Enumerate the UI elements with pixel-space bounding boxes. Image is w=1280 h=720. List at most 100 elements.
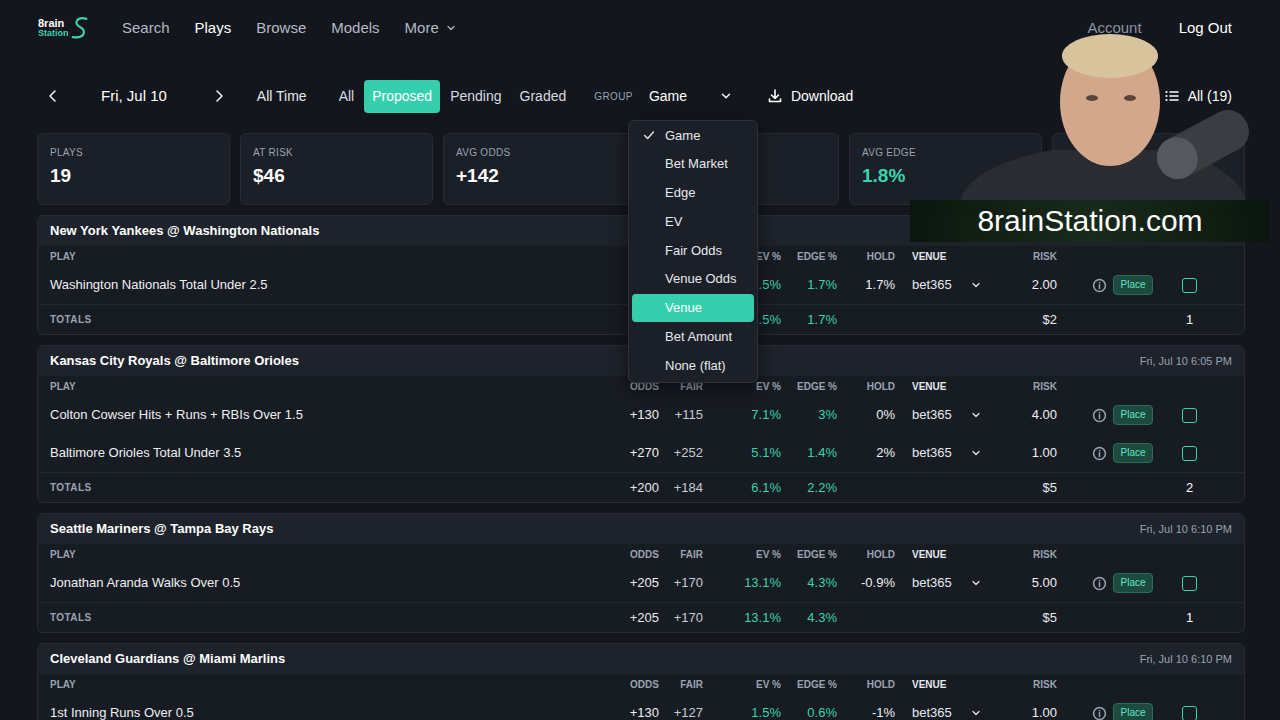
columns-button[interactable]: All (19): [1164, 86, 1232, 107]
logo[interactable]: 8rainStation: [38, 14, 90, 42]
venue-select[interactable]: bet365: [895, 703, 999, 720]
game-title: Kansas City Royals @ Baltimore Orioles: [50, 351, 299, 371]
filter-button[interactable]: Proposed: [364, 80, 440, 113]
nav-link-label: Search: [122, 17, 170, 40]
play-odds: +130: [599, 703, 659, 720]
group-option-label: Game: [665, 126, 700, 146]
group-option[interactable]: None (flat): [632, 351, 754, 380]
nav-link[interactable]: Plays: [195, 17, 232, 40]
totals-edge: 2.2%: [781, 478, 837, 498]
column-header: PLAYODDSFAIREV %EDGE %HOLDVENUERISK: [38, 674, 1244, 694]
select-checkbox[interactable]: [1182, 446, 1197, 461]
play-name: Baltimore Orioles Total Under 3.5: [50, 443, 599, 463]
list-icon: [1164, 88, 1180, 104]
column-title: VENUE: [895, 547, 999, 562]
group-option-label: Venue Odds: [665, 269, 737, 289]
game-title: Seattle Mariners @ Tampa Bay Rays: [50, 519, 273, 539]
nav-links: Search Plays Browse Models More: [122, 17, 457, 40]
game-group: Seattle Mariners @ Tampa Bay RaysFri, Ju…: [37, 513, 1245, 633]
place-button[interactable]: Place: [1113, 275, 1152, 295]
info-icon: [1092, 576, 1107, 591]
select-checkbox[interactable]: [1182, 576, 1197, 591]
select-checkbox[interactable]: [1182, 706, 1197, 720]
group-option[interactable]: Venue Odds: [632, 265, 754, 294]
group-label: GROUP: [594, 89, 633, 104]
info-button[interactable]: [1057, 576, 1107, 591]
totals-edge: 1.7%: [781, 310, 837, 330]
download-button[interactable]: Download: [767, 86, 853, 107]
place-button[interactable]: Place: [1113, 443, 1152, 463]
risk-amount: 4.00: [999, 405, 1057, 425]
group-option[interactable]: Fair Odds: [632, 236, 754, 265]
place-button[interactable]: Place: [1113, 573, 1152, 593]
info-button[interactable]: [1057, 706, 1107, 720]
game-title: Cleveland Guardians @ Miami Marlins: [50, 649, 285, 669]
column-title: HOLD: [837, 379, 895, 394]
group-option[interactable]: Bet Market: [632, 150, 754, 179]
nav-link[interactable]: Models: [331, 17, 379, 40]
play-hold: 0%: [837, 405, 895, 425]
stat-value: +142: [456, 165, 623, 188]
venue-select[interactable]: bet365: [895, 573, 999, 593]
group-option[interactable]: Venue: [632, 294, 754, 323]
chevron-down-icon: [445, 22, 457, 34]
column-title: EV %: [703, 677, 781, 692]
prev-day-button[interactable]: [45, 88, 61, 104]
filter-button[interactable]: Pending: [442, 80, 509, 113]
play-hold: 1.7%: [837, 275, 895, 295]
column-title: PLAY: [50, 379, 599, 394]
risk-amount: 1.00: [999, 443, 1057, 463]
stat-card: PLAYS19: [37, 133, 230, 205]
play-fair: +170: [659, 573, 703, 593]
logo-word: Station: [38, 29, 69, 39]
totals-fair: +184: [659, 478, 703, 498]
nav-link[interactable]: More: [405, 17, 457, 40]
logout-link[interactable]: Log Out: [1179, 17, 1232, 40]
nav-link-label: Models: [331, 17, 379, 40]
group-option[interactable]: Game: [632, 121, 754, 150]
group-option[interactable]: EV: [632, 207, 754, 236]
filter-button[interactable]: All: [331, 80, 363, 113]
place-button[interactable]: Place: [1113, 405, 1152, 425]
stat-value: 19: [50, 165, 217, 188]
group-option[interactable]: Bet Amount: [632, 322, 754, 351]
column-title: ODDS: [599, 547, 659, 562]
game-date: Fri, Jul 10 6:05 PM: [1140, 353, 1232, 370]
select-checkbox[interactable]: [1182, 278, 1197, 293]
nav-link-label: Browse: [256, 17, 306, 40]
info-icon: [1092, 278, 1107, 293]
play-odds: +130: [599, 405, 659, 425]
info-button[interactable]: [1057, 408, 1107, 423]
chevron-down-icon: [970, 707, 982, 719]
group-option-label: EV: [665, 212, 682, 232]
chevron-down-icon: [970, 447, 982, 459]
group-option-label: Venue: [665, 298, 702, 318]
chevron-down-icon: [970, 577, 982, 589]
select-checkbox[interactable]: [1182, 408, 1197, 423]
column-title: EDGE %: [781, 249, 837, 264]
column-title: EDGE %: [781, 547, 837, 562]
place-button[interactable]: Place: [1113, 703, 1152, 720]
info-button[interactable]: [1057, 278, 1107, 293]
nav-link-label: More: [405, 17, 439, 40]
play-ev: 7.1%: [703, 405, 781, 425]
venue-select[interactable]: bet365: [895, 405, 999, 425]
group-select[interactable]: Game: [643, 82, 739, 111]
totals-label: TOTALS: [50, 312, 599, 327]
info-icon: [1092, 408, 1107, 423]
info-button[interactable]: [1057, 446, 1107, 461]
totals-fair: +170: [659, 608, 703, 628]
game-date: Fri, Jul 10 6:10 PM: [1140, 651, 1232, 668]
filter-button[interactable]: Graded: [512, 80, 575, 113]
next-day-button[interactable]: [211, 88, 227, 104]
play-edge: 4.3%: [781, 573, 837, 593]
nav-link[interactable]: Browse: [256, 17, 306, 40]
group-option[interactable]: Edge: [632, 179, 754, 208]
play-fair: +115: [659, 405, 703, 425]
nav-link[interactable]: Search: [122, 17, 170, 40]
venue-select[interactable]: bet365: [895, 443, 999, 463]
play-fair: +252: [659, 443, 703, 463]
range-button[interactable]: All Time: [247, 80, 317, 113]
play-ev: 1.5%: [703, 703, 781, 720]
venue-select[interactable]: bet365: [895, 275, 999, 295]
